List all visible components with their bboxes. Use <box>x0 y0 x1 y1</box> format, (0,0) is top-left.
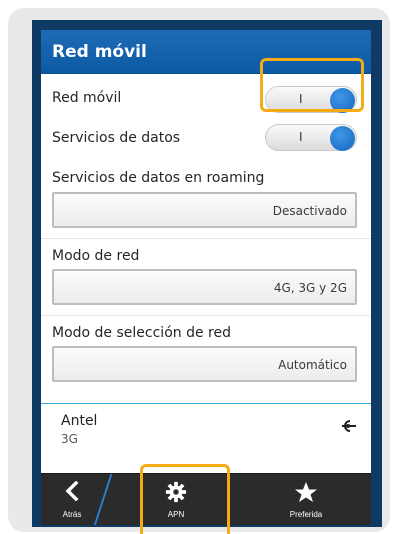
mobile-network-toggle[interactable]: I <box>265 86 357 113</box>
star-icon <box>295 482 317 502</box>
back-label: Atrás <box>62 510 82 519</box>
divider <box>41 315 371 316</box>
network-type: 3G <box>61 432 78 446</box>
preferred-button[interactable]: Preferida <box>263 474 349 525</box>
roaming-data-value: Desactivado <box>272 204 347 218</box>
network-mode-dropdown[interactable]: 4G, 3G y 2G <box>52 269 357 305</box>
roaming-data-dropdown[interactable]: Desactivado <box>52 192 357 228</box>
network-name: Antel <box>61 413 98 429</box>
toggle-knob <box>330 126 355 151</box>
network-connected-icon <box>342 420 356 432</box>
apn-button[interactable]: APN <box>143 474 209 525</box>
roaming-data-label: Servicios de datos en roaming <box>52 170 265 186</box>
mobile-network-label: Red móvil <box>52 90 122 106</box>
chevron-left-icon <box>65 481 79 501</box>
network-selection-value: Automático <box>278 358 347 372</box>
toggle-on-mark: I <box>299 92 303 106</box>
network-selection-dropdown[interactable]: Automático <box>52 346 357 382</box>
apn-label: APN <box>167 510 185 519</box>
toggle-knob <box>330 88 355 113</box>
preferred-label: Preferida <box>289 510 323 519</box>
data-services-label: Servicios de datos <box>52 130 181 146</box>
network-mode-label: Modo de red <box>52 248 140 264</box>
bottom-action-bar: Atrás APN Preferida <box>41 473 371 525</box>
back-button[interactable]: Atrás <box>41 474 103 525</box>
toggle-on-mark: I <box>299 130 303 144</box>
network-selection-label: Modo de selección de red <box>52 325 231 341</box>
network-list-item[interactable] <box>41 404 371 456</box>
phone-screen: Red móvil Red móvil I Servicios de datos… <box>41 30 371 525</box>
title-bar: Red móvil <box>41 30 371 74</box>
gear-icon <box>165 481 187 503</box>
divider <box>41 238 371 239</box>
page-title: Red móvil <box>52 42 147 62</box>
data-services-toggle[interactable]: I <box>265 124 357 151</box>
network-mode-value: 4G, 3G y 2G <box>273 281 347 295</box>
